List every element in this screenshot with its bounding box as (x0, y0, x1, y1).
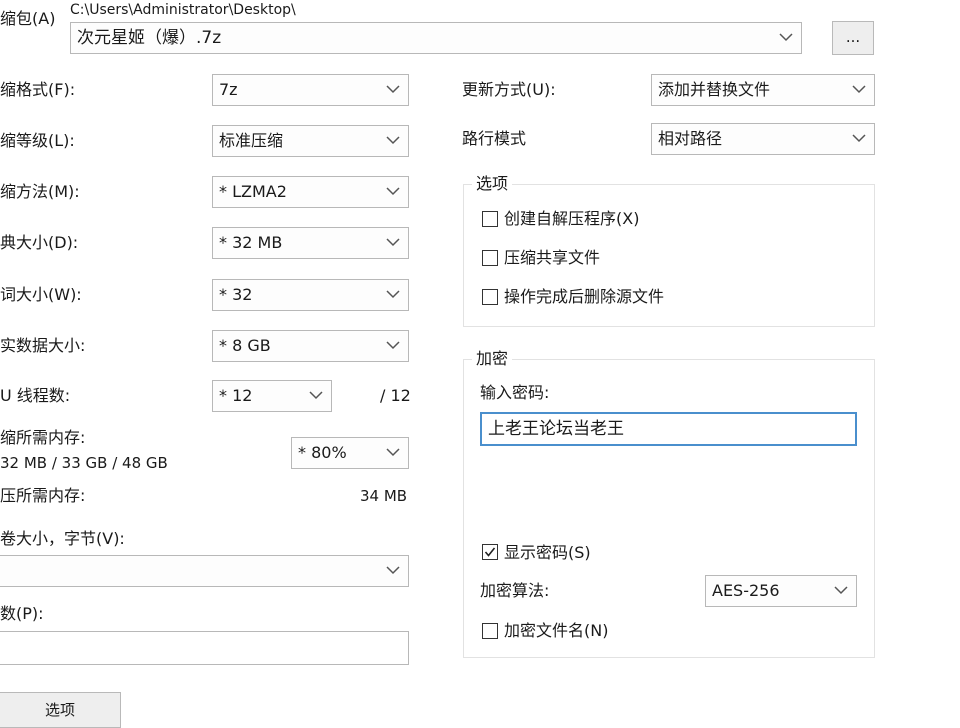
encrypt-names-label: 加密文件名(N) (504, 621, 609, 640)
mem-decomp-value: 34 MB (360, 487, 408, 505)
solid-combo[interactable]: * 8 GB (212, 330, 409, 362)
chevron-down-icon (386, 187, 400, 196)
password-input[interactable]: 上老王论坛当老王 (480, 412, 857, 446)
update-value: 添加并替换文件 (658, 80, 771, 99)
sfx-label: 创建自解压程序(X) (504, 209, 640, 228)
chevron-down-icon (386, 136, 400, 145)
pathmode-value: 相对路径 (658, 129, 723, 148)
chevron-down-icon (779, 33, 793, 42)
checkmark-icon (484, 547, 496, 557)
solid-value: * 8 GB (219, 336, 271, 355)
solid-label: 实数据大小: (0, 336, 86, 355)
chevron-down-icon (386, 448, 400, 457)
algo-combo[interactable]: AES-256 (705, 575, 857, 607)
chevron-down-icon (386, 341, 400, 350)
delete-checkbox[interactable] (482, 289, 498, 305)
level-value: 标准压缩 (219, 131, 284, 150)
volume-combo[interactable] (0, 555, 409, 587)
threads-total: / 12 (380, 386, 411, 405)
archive-path: C:\Users\Administrator\Desktop\ (70, 2, 296, 18)
chevron-down-icon (386, 238, 400, 247)
encryption-group (463, 359, 875, 658)
options-button[interactable]: 选项 (0, 692, 121, 728)
chevron-down-icon (852, 85, 866, 94)
browse-button[interactable]: ... (832, 21, 874, 55)
chevron-down-icon (852, 134, 866, 143)
chevron-down-icon (386, 566, 400, 575)
encryption-group-title: 加密 (472, 349, 513, 369)
archive-label: 缩包(A) (0, 9, 56, 28)
mem-comp-combo[interactable]: * 80% (291, 437, 409, 469)
method-label: 缩方法(M): (0, 182, 80, 201)
mem-comp-label: 缩所需内存: (0, 428, 86, 447)
threads-combo[interactable]: * 12 (212, 380, 332, 412)
volume-label: 卷大小，字节(V): (0, 529, 125, 548)
show-password-checkbox[interactable] (482, 544, 498, 560)
params-label: 数(P): (0, 604, 44, 623)
chevron-down-icon (386, 85, 400, 94)
word-value: * 32 (219, 285, 253, 304)
show-password-label: 显示密码(S) (504, 543, 591, 562)
chevron-down-icon (834, 586, 848, 595)
method-combo[interactable]: * LZMA2 (212, 176, 409, 208)
format-label: 缩格式(F): (0, 80, 76, 99)
password-value: 上老王论坛当老王 (488, 419, 624, 439)
mem-comp-detail: 32 MB / 33 GB / 48 GB (0, 454, 168, 472)
options-group-title: 选项 (472, 174, 513, 194)
encrypt-names-checkbox[interactable] (482, 623, 498, 639)
algo-value: AES-256 (712, 581, 780, 600)
chevron-down-icon (309, 391, 323, 400)
dict-label: 典大小(D): (0, 233, 79, 252)
chevron-down-icon (386, 290, 400, 299)
threads-value: * 12 (219, 386, 253, 405)
word-combo[interactable]: * 32 (212, 279, 409, 311)
format-value: 7z (219, 80, 238, 99)
params-input[interactable] (0, 631, 409, 665)
format-combo[interactable]: 7z (212, 74, 409, 106)
delete-label: 操作完成后删除源文件 (504, 287, 665, 306)
mem-comp-value: * 80% (298, 443, 347, 462)
threads-label: U 线程数: (0, 386, 71, 405)
dict-combo[interactable]: * 32 MB (212, 227, 409, 259)
shared-label: 压缩共享文件 (504, 248, 601, 267)
dict-value: * 32 MB (219, 233, 283, 252)
method-value: * LZMA2 (219, 182, 287, 201)
archive-filename-combo[interactable]: 次元星姬（爆）.7z (70, 22, 802, 54)
password-label: 输入密码: (480, 383, 550, 402)
sfx-checkbox[interactable] (482, 211, 498, 227)
word-label: 词大小(W): (0, 285, 82, 304)
algo-label: 加密算法: (480, 581, 550, 600)
update-combo[interactable]: 添加并替换文件 (651, 74, 875, 106)
pathmode-label: 路行模式 (462, 129, 527, 148)
update-label: 更新方式(U): (462, 80, 556, 99)
mem-decomp-label: 压所需内存: (0, 486, 86, 505)
shared-checkbox[interactable] (482, 250, 498, 266)
level-combo[interactable]: 标准压缩 (212, 125, 409, 157)
level-label: 缩等级(L): (0, 131, 75, 150)
archive-filename-value: 次元星姬（爆）.7z (77, 28, 222, 48)
pathmode-combo[interactable]: 相对路径 (651, 123, 875, 155)
